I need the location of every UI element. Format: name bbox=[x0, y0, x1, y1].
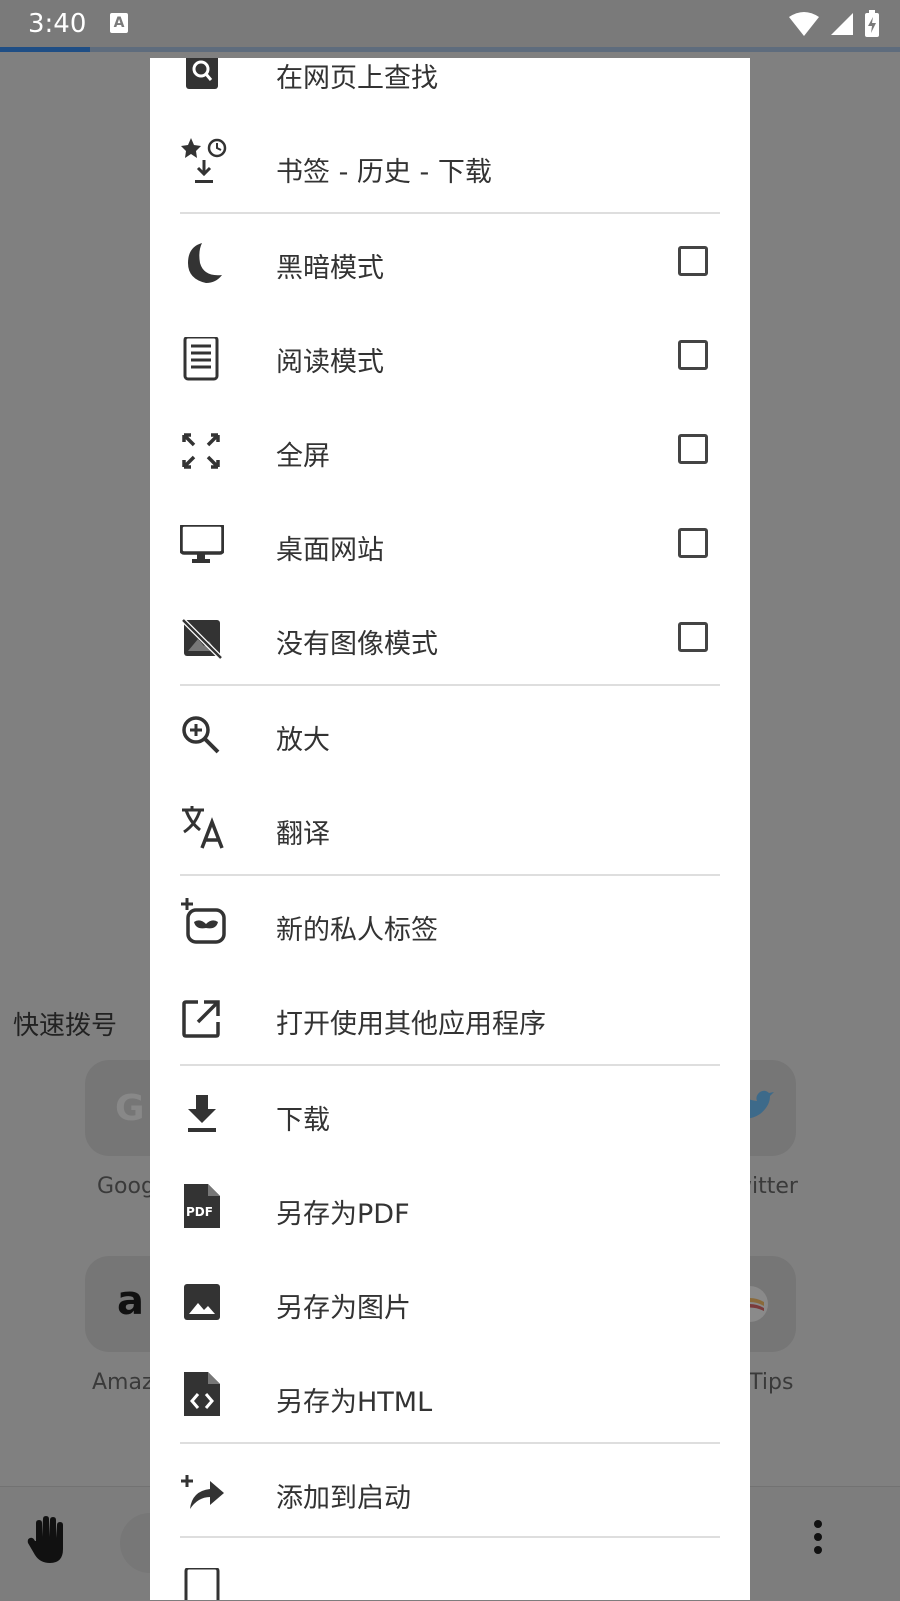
menu-item-label: 书签 - 历史 - 下载 bbox=[276, 157, 492, 188]
download-icon bbox=[180, 1095, 224, 1135]
reader-mode-checkbox[interactable] bbox=[678, 340, 708, 370]
menu-item-label: 没有图像模式 bbox=[276, 629, 438, 660]
menu-item-no-image-mode[interactable]: 没有图像模式 bbox=[150, 592, 750, 686]
menu-divider bbox=[180, 1536, 720, 1538]
menu-item-zoom-in[interactable]: 放大 bbox=[150, 688, 750, 782]
a-text-icon: A bbox=[110, 13, 128, 33]
menu-item-label: 新的私人标签 bbox=[276, 915, 438, 946]
google-icon: G bbox=[115, 1088, 145, 1129]
open-external-icon bbox=[180, 999, 224, 1039]
menu-item-label: 桌面网站 bbox=[276, 535, 384, 566]
menu-item-label: 另存为PDF bbox=[276, 1199, 410, 1230]
status-time: 3:40 bbox=[28, 9, 87, 39]
speed-dial-label-google: Goog bbox=[97, 1174, 155, 1199]
menu-item-translate[interactable]: 翻译 bbox=[150, 782, 750, 876]
menu-item-save-as-html[interactable]: 另存为HTML bbox=[150, 1350, 750, 1444]
menu-item-save-as-pdf[interactable]: PDF 另存为PDF bbox=[150, 1162, 750, 1256]
menu-item-fullscreen[interactable]: 全屏 bbox=[150, 404, 750, 498]
translate-icon bbox=[180, 804, 224, 850]
speed-dial-title: 快速拨号 bbox=[13, 1011, 118, 1041]
menu-item-save-as-image[interactable]: 另存为图片 bbox=[150, 1256, 750, 1350]
overflow-menu-dialog: 在网页上查找 书签 - 历史 - 下载 黑暗模式 阅读模式 全屏 桌面网站 没有… bbox=[150, 58, 750, 1600]
battery-charging-icon bbox=[864, 10, 880, 38]
desktop-site-checkbox[interactable] bbox=[678, 528, 708, 558]
status-bar: 3:40 A bbox=[0, 0, 900, 48]
no-image-icon bbox=[180, 619, 224, 659]
fullscreen-checkbox[interactable] bbox=[678, 434, 708, 464]
bookmarks-history-icon bbox=[180, 138, 227, 188]
menu-item-dark-mode[interactable]: 黑暗模式 bbox=[150, 216, 750, 310]
find-in-page-icon bbox=[180, 58, 224, 93]
menu-item-label: 在网页上查找 bbox=[276, 63, 438, 94]
pdf-badge-text: PDF bbox=[186, 1205, 213, 1219]
menu-item-label: 另存为图片 bbox=[276, 1293, 411, 1324]
menu-item-partial[interactable] bbox=[180, 1568, 224, 1600]
menu-item-open-with-other-app[interactable]: 打开使用其他应用程序 bbox=[150, 972, 750, 1066]
menu-divider bbox=[180, 1064, 720, 1066]
menu-item-label: 黑暗模式 bbox=[276, 253, 384, 284]
menu-divider bbox=[180, 1442, 720, 1444]
add-to-launch-icon bbox=[180, 1473, 224, 1513]
pdf-icon: PDF bbox=[180, 1184, 224, 1230]
status-icons bbox=[788, 10, 880, 38]
image-icon bbox=[180, 1283, 224, 1323]
menu-item-reader-mode[interactable]: 阅读模式 bbox=[150, 310, 750, 404]
menu-item-add-to-launch[interactable]: 添加到启动 bbox=[150, 1446, 750, 1540]
menu-item-download[interactable]: 下载 bbox=[150, 1068, 750, 1162]
menu-item-label: 阅读模式 bbox=[276, 347, 384, 378]
amazon-icon: a bbox=[117, 1278, 144, 1324]
reader-icon bbox=[180, 337, 224, 381]
menu-item-label: 放大 bbox=[276, 725, 330, 756]
wifi-icon bbox=[788, 11, 820, 37]
menu-item-label: 全屏 bbox=[276, 441, 330, 472]
menu-divider bbox=[180, 684, 720, 686]
hand-icon[interactable] bbox=[26, 1515, 72, 1565]
menu-item-new-private-tab[interactable]: 新的私人标签 bbox=[150, 878, 750, 972]
menu-item-find-in-page[interactable]: 在网页上查找 bbox=[150, 58, 750, 120]
menu-divider bbox=[180, 212, 720, 214]
private-tab-icon bbox=[180, 896, 226, 946]
menu-item-label: 另存为HTML bbox=[276, 1387, 433, 1418]
menu-divider bbox=[180, 874, 720, 876]
menu-item-label: 翻译 bbox=[276, 819, 330, 850]
menu-item-desktop-site[interactable]: 桌面网站 bbox=[150, 498, 750, 592]
dark-mode-checkbox[interactable] bbox=[678, 246, 708, 276]
menu-item-label: 下载 bbox=[276, 1105, 330, 1136]
cell-signal-icon bbox=[830, 12, 854, 36]
overflow-icon[interactable] bbox=[812, 1519, 824, 1555]
moon-icon bbox=[180, 243, 224, 283]
html-file-icon bbox=[180, 1372, 224, 1418]
menu-item-label: 打开使用其他应用程序 bbox=[276, 1009, 546, 1040]
zoom-in-icon bbox=[180, 715, 224, 755]
fullscreen-icon bbox=[180, 431, 224, 471]
menu-item-bookmarks-history-downloads[interactable]: 书签 - 历史 - 下载 bbox=[150, 120, 750, 214]
no-image-mode-checkbox[interactable] bbox=[678, 622, 708, 652]
speed-dial-label-amazon: Amaz bbox=[92, 1370, 154, 1395]
desktop-icon bbox=[180, 525, 224, 565]
menu-item-label: 添加到启动 bbox=[276, 1483, 411, 1514]
